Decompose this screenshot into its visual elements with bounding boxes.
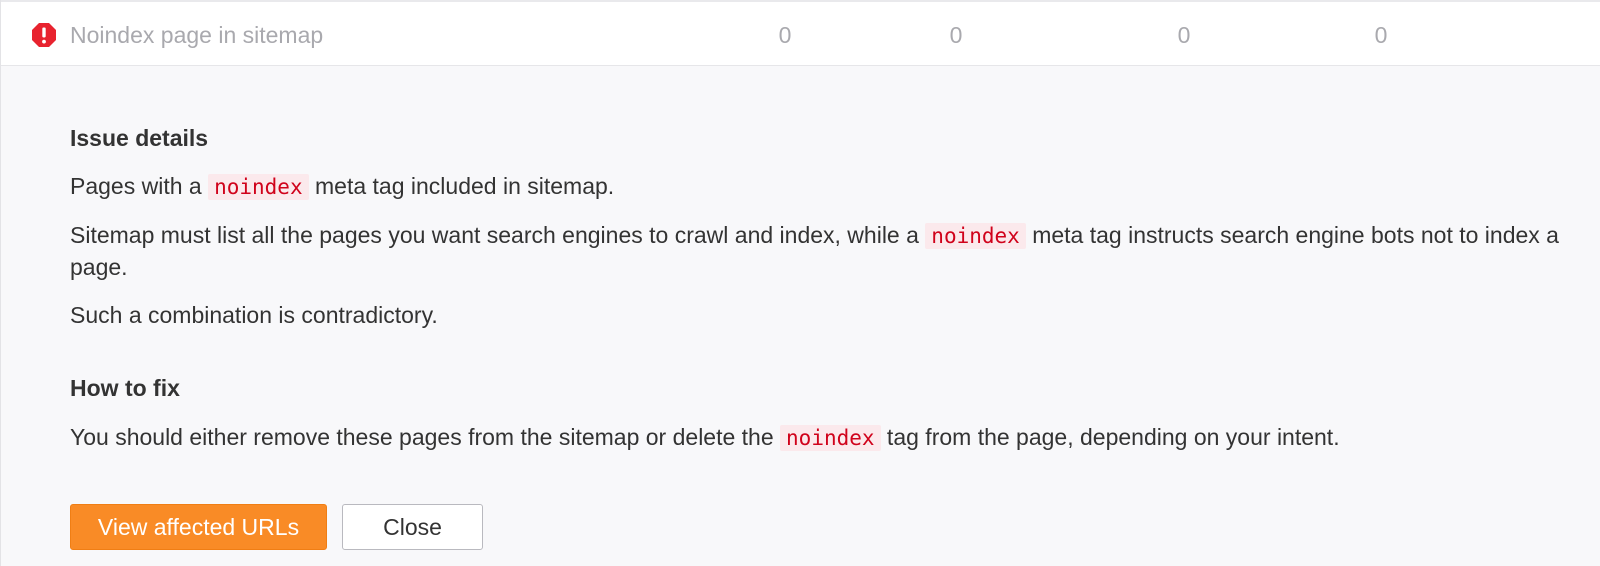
count-cell: 0	[1177, 22, 1191, 48]
error-exclamation-icon	[32, 23, 56, 47]
text: tag from the page, depending on your int…	[880, 424, 1340, 450]
code-snippet: noindex	[208, 174, 309, 200]
view-affected-urls-button[interactable]: View affected URLs	[70, 504, 327, 550]
count-cell: 0	[949, 22, 963, 48]
issue-name: Noindex page in sitemap	[70, 22, 324, 48]
count-cell: 0	[778, 22, 792, 48]
code-snippet: noindex	[780, 425, 881, 451]
count-cell: 0	[1374, 22, 1388, 48]
issue-row[interactable]: Noindex page in sitemap 0 0 0 0	[1, 2, 1600, 66]
fix-paragraph: You should either remove these pages fro…	[70, 422, 1590, 454]
conclusion-paragraph: Such a combination is contradictory.	[70, 302, 438, 328]
text: Sitemap must list all the pages you want…	[70, 222, 926, 248]
text: Pages with a	[70, 173, 209, 199]
text: meta tag included in sitemap.	[308, 173, 615, 199]
close-button[interactable]: Close	[342, 504, 483, 550]
code-snippet: noindex	[925, 223, 1026, 249]
description-paragraph: Pages with a noindex meta tag included i…	[70, 171, 1590, 203]
text: You should either remove these pages fro…	[70, 424, 781, 450]
issue-details-panel: Issue details Pages with a noindex meta …	[1, 66, 1600, 566]
issue-details-heading: Issue details	[70, 125, 209, 151]
how-to-fix-heading: How to fix	[70, 375, 180, 401]
explanation-paragraph: Sitemap must list all the pages you want…	[70, 220, 1590, 283]
issue-panel: Noindex page in sitemap 0 0 0 0 Issue de…	[0, 0, 1600, 566]
